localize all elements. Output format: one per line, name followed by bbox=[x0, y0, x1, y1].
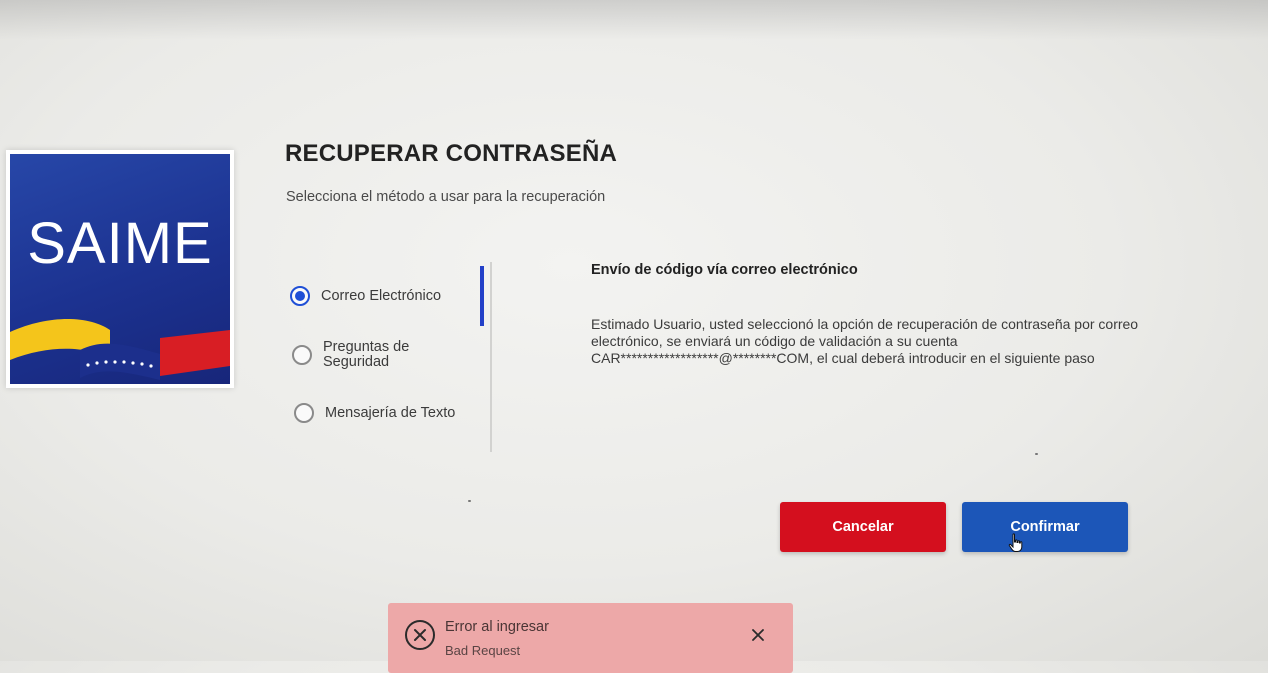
error-toast: Error al ingresar Bad Request bbox=[388, 603, 793, 673]
screen-speck bbox=[1035, 453, 1038, 455]
error-circle-x-icon bbox=[405, 620, 435, 650]
radio-preguntas-seguridad[interactable] bbox=[292, 345, 312, 365]
option-preguntas-seguridad[interactable]: Preguntas de Seguridad bbox=[292, 340, 433, 370]
radio-correo-electronico[interactable] bbox=[290, 286, 310, 306]
cancel-button[interactable]: Cancelar bbox=[780, 502, 946, 552]
radio-mensajeria-texto[interactable] bbox=[294, 403, 314, 423]
page-title: RECUPERAR CONTRASEÑA bbox=[285, 140, 618, 167]
option-correo-electronico[interactable]: Correo Electrónico bbox=[290, 286, 441, 306]
background-shadow bbox=[0, 0, 1268, 40]
panel-description: Estimado Usuario, usted seleccionó la op… bbox=[591, 316, 1139, 366]
saime-logo-inner: SAIME bbox=[10, 154, 230, 384]
option-label: Correo Electrónico bbox=[321, 287, 442, 304]
option-mensajeria-texto[interactable]: Mensajería de Texto bbox=[294, 403, 455, 423]
panel-title: Envío de código vía correo electrónico bbox=[591, 262, 858, 278]
close-icon[interactable] bbox=[750, 627, 766, 643]
toast-message: Bad Request bbox=[445, 643, 521, 658]
hand-pointer-icon bbox=[1008, 533, 1023, 552]
screen-speck bbox=[468, 500, 471, 502]
saime-logo: SAIME bbox=[6, 150, 234, 388]
toast-title: Error al ingresar bbox=[445, 619, 549, 635]
venezuela-flag-ribbon-icon bbox=[10, 319, 230, 380]
page-subtitle: Selecciona el método a usar para la recu… bbox=[286, 189, 606, 205]
confirm-button[interactable]: Confirmar bbox=[962, 502, 1128, 552]
option-label: Preguntas de Seguridad bbox=[323, 339, 410, 370]
vertical-divider bbox=[490, 262, 492, 452]
option-label: Mensajería de Texto bbox=[325, 404, 456, 421]
active-option-indicator bbox=[480, 266, 484, 326]
